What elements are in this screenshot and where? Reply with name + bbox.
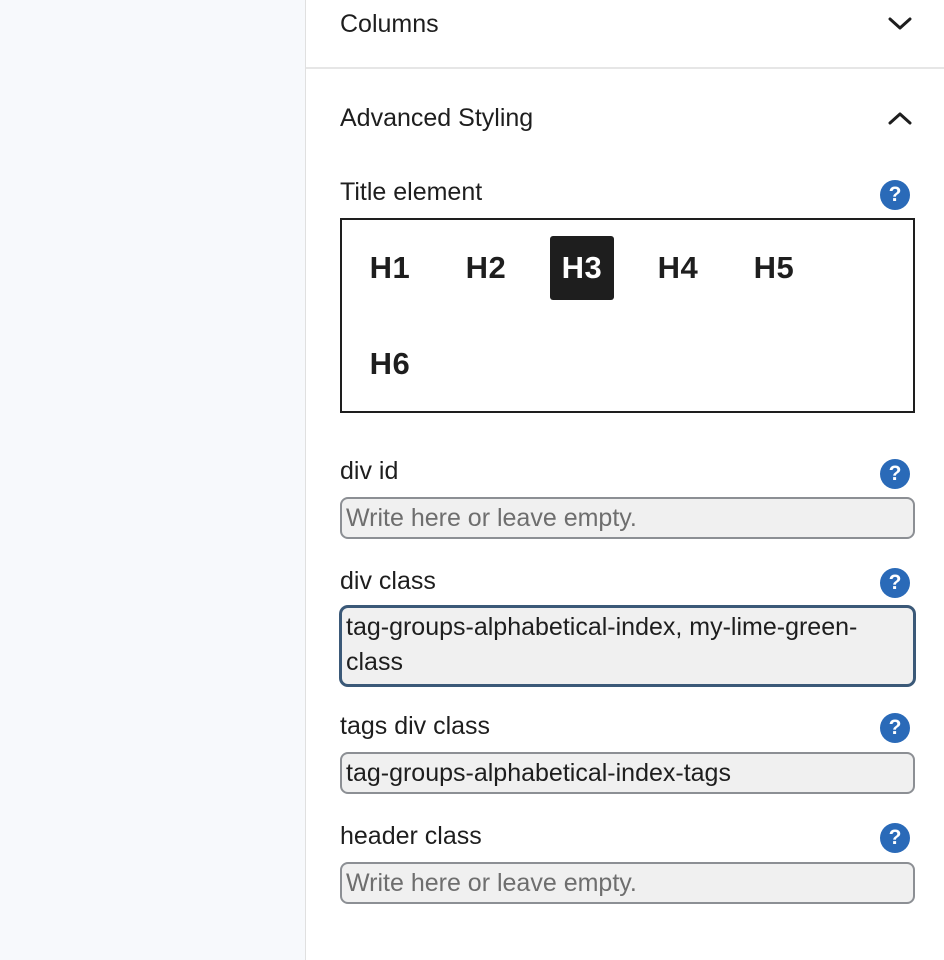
div-class-input[interactable]: tag-groups-alphabetical-index, my-lime-g…: [340, 606, 915, 686]
help-icon[interactable]: ?: [880, 180, 910, 210]
heading-option-h2[interactable]: H2: [454, 236, 518, 300]
advanced-styling-section-toggle[interactable]: Advanced Styling: [340, 96, 915, 140]
help-icon[interactable]: ?: [880, 713, 910, 743]
chevron-down-icon: [885, 9, 915, 39]
heading-option-h6[interactable]: H6: [358, 332, 422, 396]
div-id-label: div id: [340, 457, 399, 485]
columns-section-title: Columns: [340, 9, 439, 38]
div-id-input[interactable]: Write here or leave empty.: [340, 497, 915, 539]
advanced-styling-section-title: Advanced Styling: [340, 103, 534, 132]
header-class-label: header class: [340, 822, 482, 850]
div-class-label: div class: [340, 567, 436, 595]
tags-div-class-label: tags div class: [340, 712, 491, 740]
title-element-label: Title element: [340, 178, 483, 206]
heading-option-h1[interactable]: H1: [358, 236, 422, 300]
tags-div-class-input[interactable]: tag-groups-alphabetical-index-tags: [340, 752, 915, 794]
help-icon[interactable]: ?: [880, 568, 910, 598]
heading-option-h3[interactable]: H3: [550, 236, 614, 300]
settings-sidebar: Columns Advanced Styling Title element ?…: [305, 0, 944, 960]
canvas-area: [0, 0, 305, 960]
chevron-up-icon: [885, 103, 915, 133]
help-icon[interactable]: ?: [880, 823, 910, 853]
heading-option-h4[interactable]: H4: [646, 236, 710, 300]
section-divider: [306, 67, 944, 69]
header-class-input[interactable]: Write here or leave empty.: [340, 862, 915, 904]
heading-option-h5[interactable]: H5: [742, 236, 806, 300]
title-element-picker: H1 H2 H3 H4 H5 H6: [340, 218, 915, 413]
columns-section-toggle[interactable]: Columns: [340, 2, 915, 46]
help-icon[interactable]: ?: [880, 459, 910, 489]
